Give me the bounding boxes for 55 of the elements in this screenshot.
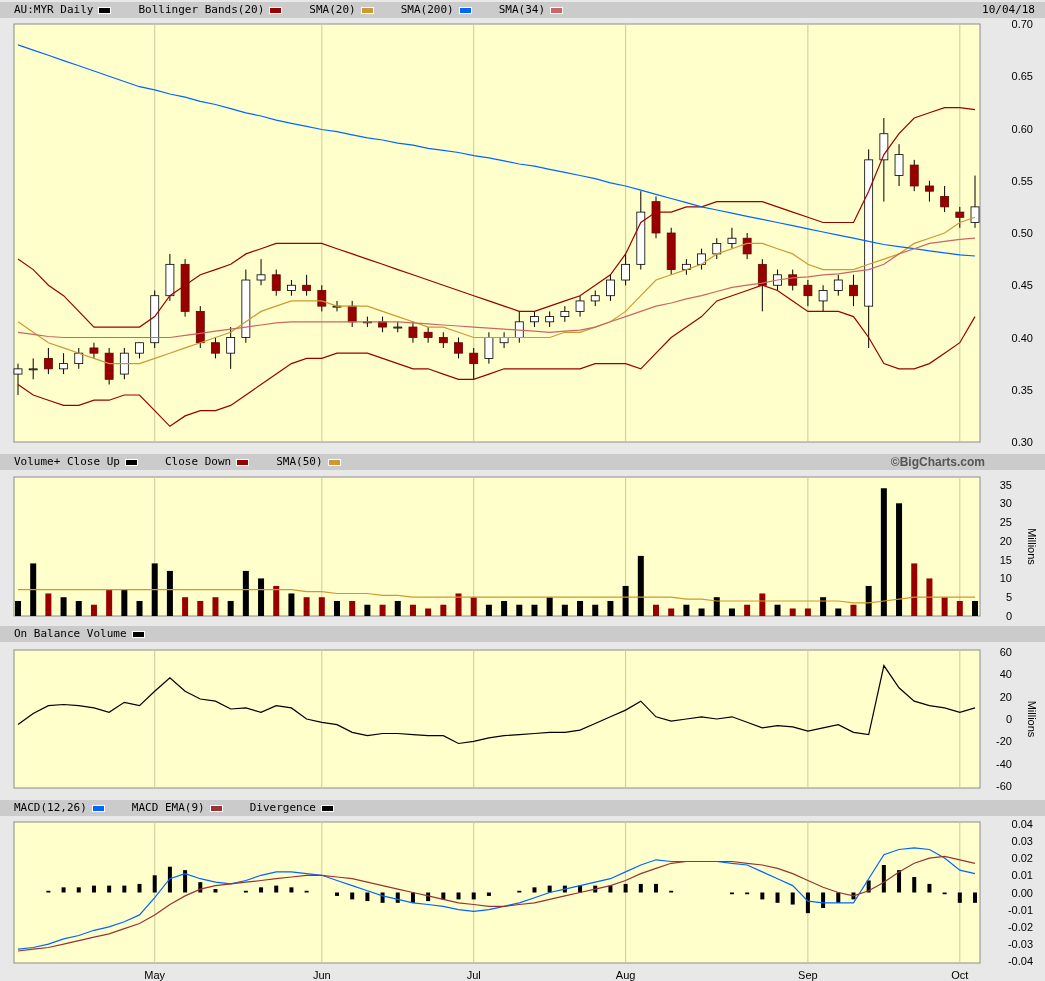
axis-label: Sep: [798, 969, 818, 981]
axis-label: 0.00: [1011, 886, 1033, 899]
axis-label: Jul: [466, 969, 481, 981]
axis-label: -60: [996, 779, 1012, 792]
axis-label: 0.04: [1011, 817, 1033, 830]
axis-label: May: [144, 969, 166, 981]
axis-label: 60: [999, 646, 1012, 659]
axis-label: -0.02: [1007, 920, 1033, 933]
axis-label: -40: [996, 757, 1012, 770]
legend-label: Divergence: [249, 799, 316, 816]
legend-label: SMA(34): [498, 1, 546, 18]
axis-label: 0.50: [1011, 227, 1033, 239]
legend-label: Close Down: [164, 453, 232, 470]
axis-label: 0.65: [1011, 70, 1033, 83]
legend-label: SMA(200): [400, 1, 454, 18]
axis-label: -0.04: [1007, 955, 1033, 968]
axis-label: -20: [996, 735, 1012, 748]
axis-label: 0.35: [1011, 383, 1033, 396]
axis-label: 20: [999, 690, 1012, 703]
axis-label: 0.30: [1011, 436, 1033, 448]
legend-label: Bollinger Bands(20): [138, 1, 265, 18]
axis-label: 0: [1005, 610, 1012, 622]
axis-label: 0.45: [1011, 279, 1033, 292]
axis-label: -0.01: [1007, 903, 1033, 916]
copyright-text: ©BigCharts.com: [890, 454, 985, 471]
legend-label: MACD(12,26): [14, 799, 87, 816]
axis-label: 0.03: [1011, 834, 1033, 847]
axis-title: Millions: [1026, 528, 1038, 565]
legend-label: SMA(50): [276, 453, 323, 470]
axis-label: 20: [999, 534, 1012, 547]
axis-label: 5: [1005, 591, 1012, 604]
axis-label: 15: [999, 553, 1012, 566]
axis-label: 0.60: [1011, 122, 1033, 135]
chart-date: 10/04/18: [982, 1, 1035, 18]
axis-label: Jun: [312, 969, 331, 981]
axis-label: 0.01: [1011, 869, 1033, 882]
axis-label: 0: [1005, 713, 1012, 725]
axis-label: 0.40: [1011, 331, 1033, 344]
axis-label: 0.02: [1011, 852, 1033, 865]
axis-title: Millions: [1026, 700, 1038, 738]
legend-label: AU:MYR Daily: [14, 1, 94, 18]
axis-label: -0.03: [1007, 938, 1033, 951]
legend-label: MACD EMA(9): [131, 799, 205, 816]
axis-label: 0.70: [1011, 18, 1033, 30]
axis-label: Aug: [615, 969, 636, 981]
axis-label: 25: [999, 516, 1012, 529]
axis-label: 40: [999, 668, 1012, 681]
legend-label: Volume+ Close Up: [14, 453, 120, 470]
legend-label: On Balance Volume: [14, 625, 127, 642]
axis-label: Oct: [951, 969, 969, 981]
axis-label: 0.55: [1011, 174, 1033, 187]
axis-label: 30: [999, 497, 1012, 510]
axis-label: 10: [999, 572, 1012, 585]
axis-label: 35: [999, 478, 1012, 491]
legend-label: SMA(20): [309, 1, 356, 18]
